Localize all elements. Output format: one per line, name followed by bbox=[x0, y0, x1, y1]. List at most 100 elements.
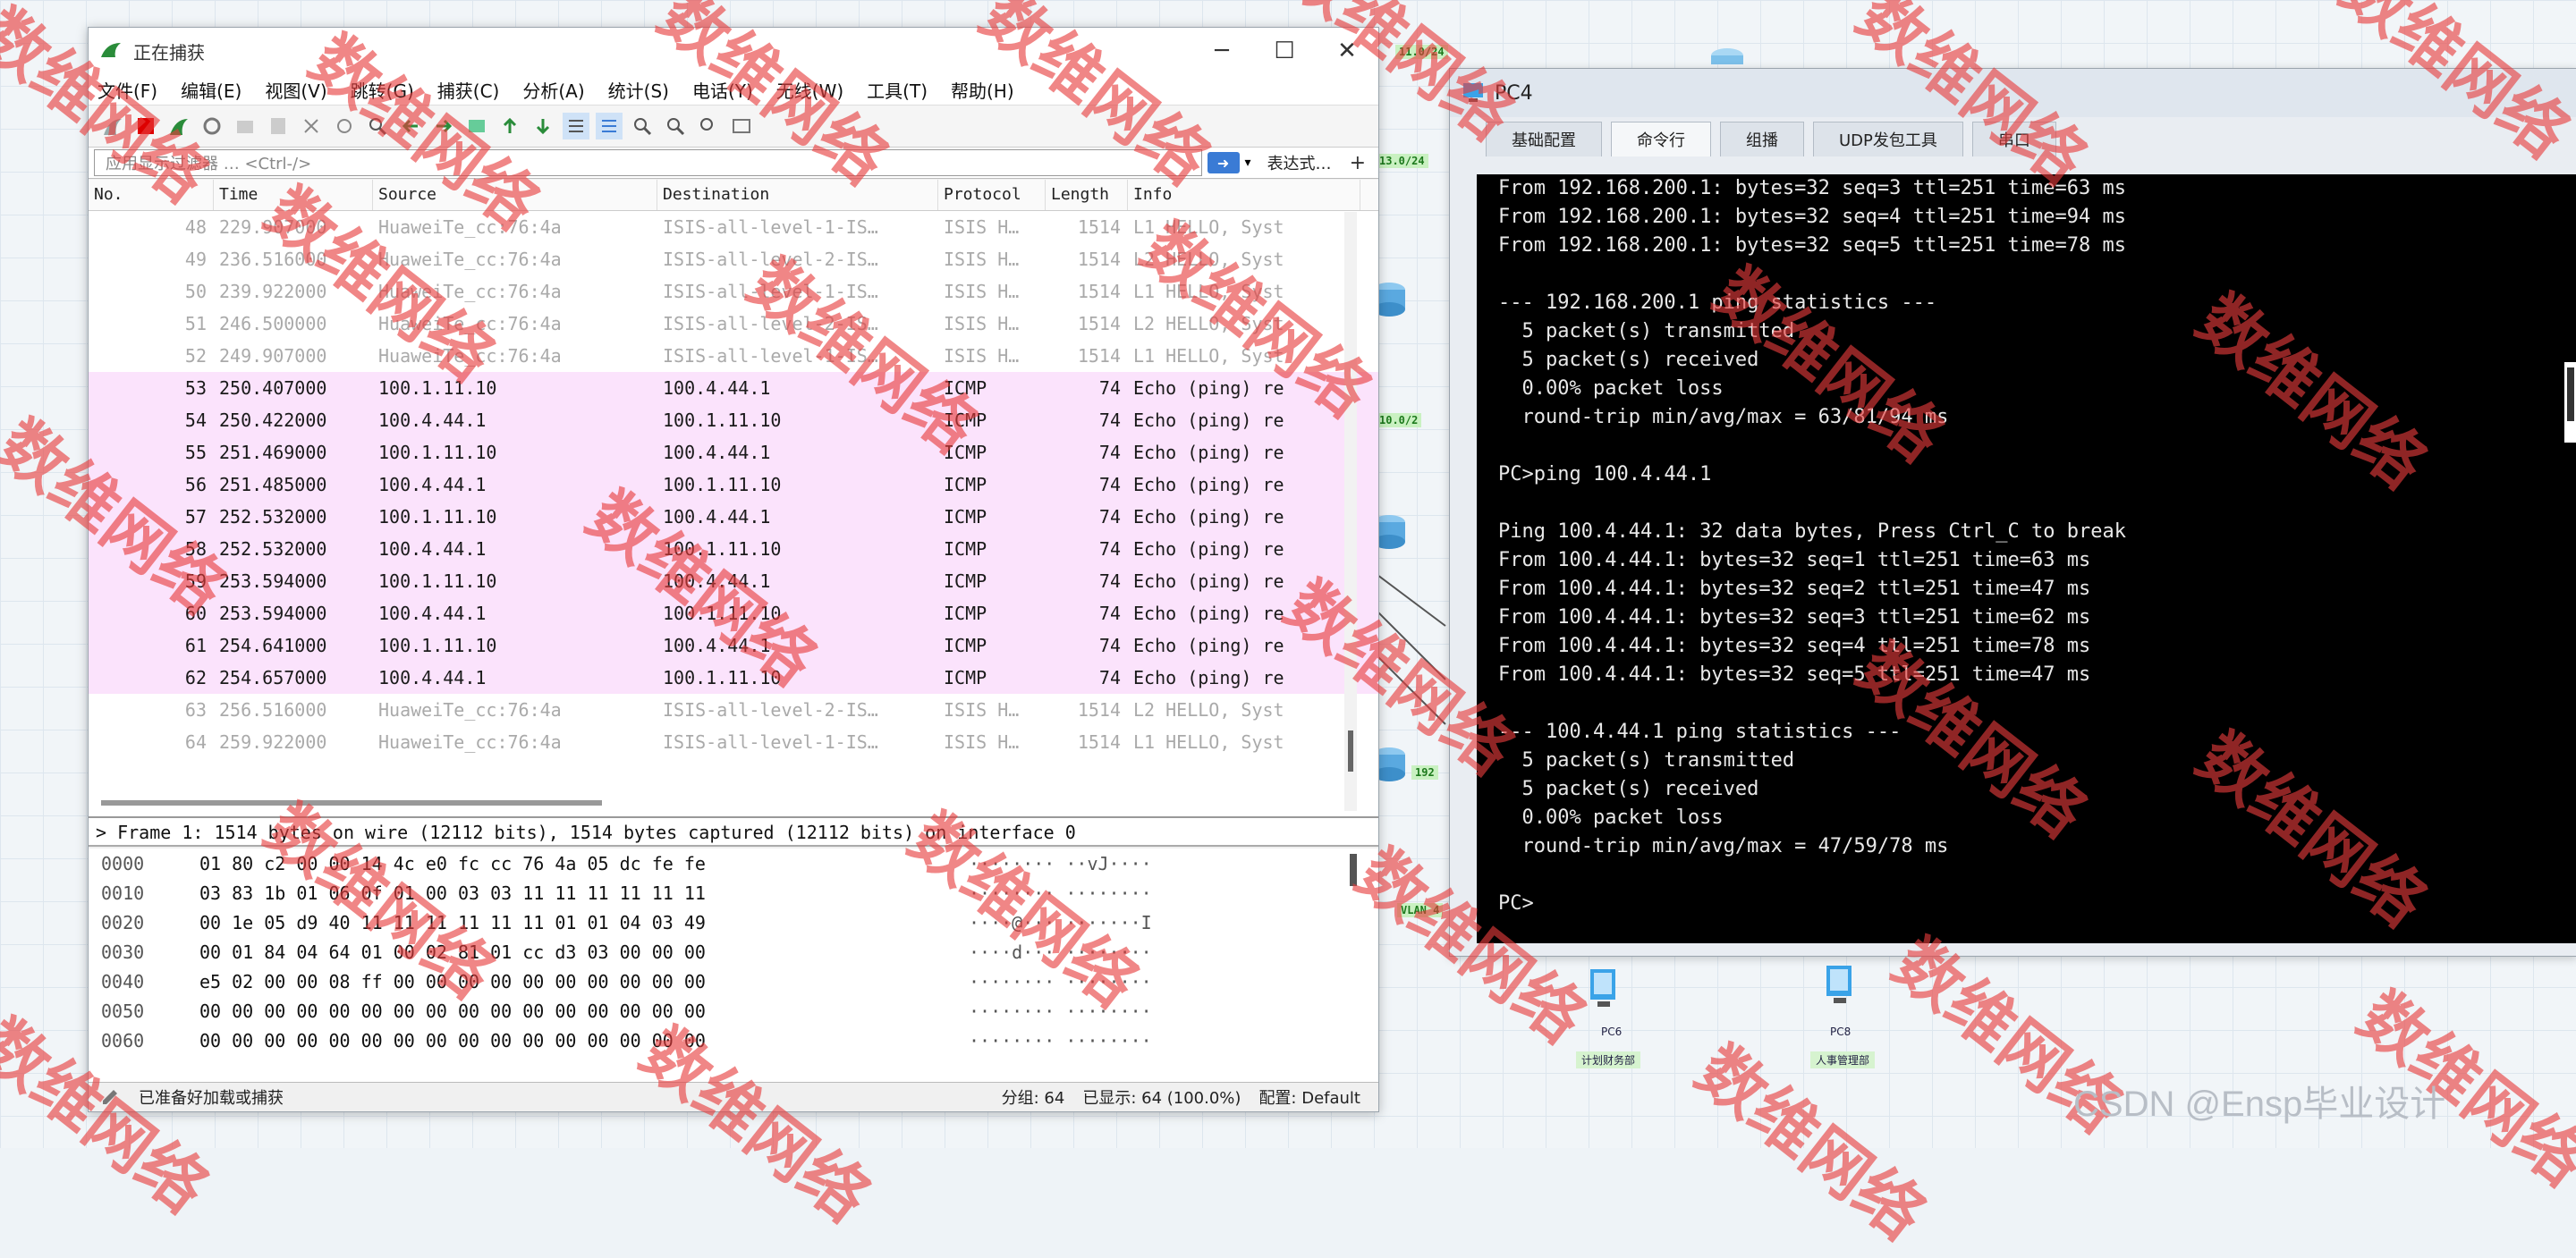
reload-icon[interactable] bbox=[331, 113, 358, 139]
table-row[interactable]: 50 239.922000 HuaweiTe_cc:76:4a ISIS-all-le… bbox=[89, 275, 1378, 308]
table-row[interactable]: 62 254.657000 100.4.44.1 100.1.11.10 ICMP 74 E… bbox=[89, 662, 1378, 694]
pc-icon[interactable] bbox=[1585, 966, 1626, 1012]
table-row[interactable]: 51 246.500000 HuaweiTe_cc:76:4a ISIS-all-le… bbox=[89, 308, 1378, 340]
packet-details[interactable]: > Frame 1: 1514 bytes on wire (12112 bit… bbox=[89, 818, 1378, 847]
stop-capture-icon[interactable] bbox=[132, 113, 159, 139]
find-packet-icon[interactable] bbox=[364, 113, 391, 139]
table-row[interactable]: 64 259.922000 HuaweiTe_cc:76:4a ISIS-all-le… bbox=[89, 726, 1378, 758]
go-last-icon[interactable] bbox=[530, 113, 556, 139]
menu-go[interactable]: 跳转(G) bbox=[351, 77, 414, 103]
table-row[interactable]: 59 253.594000 100.1.11.10 100.4.44.1 ICMP 74 E… bbox=[89, 565, 1378, 597]
resize-columns-icon[interactable] bbox=[728, 113, 755, 139]
scrollbar-thumb[interactable] bbox=[1348, 730, 1353, 772]
credit-text: CSDN @Ensp毕业设计 bbox=[2073, 1085, 2446, 1124]
table-row[interactable]: 52 249.907000 HuaweiTe_cc:76:4a ISIS-all-le… bbox=[89, 340, 1378, 372]
hex-row[interactable]: 0010 03 83 1b 01 06 0f 01 00 03 03 11 11 … bbox=[89, 878, 1378, 908]
menu-help[interactable]: 帮助(H) bbox=[951, 77, 1014, 103]
hex-row[interactable]: 0040 e5 02 00 00 08 ff 00 00 00 00 00 00 … bbox=[89, 967, 1378, 996]
close-icon[interactable]: ✕ bbox=[1316, 28, 1378, 74]
hex-bytes: 00 00 00 00 00 00 00 00 00 00 00 00 00 0… bbox=[199, 1000, 706, 1022]
table-row[interactable]: 56 251.485000 100.4.44.1 100.1.11.10 ICMP 74 E… bbox=[89, 469, 1378, 501]
column-destination[interactable]: Destination bbox=[657, 180, 938, 210]
open-file-icon[interactable] bbox=[232, 113, 258, 139]
cell-info: Echo (ping) re bbox=[1133, 442, 1284, 463]
save-file-icon[interactable] bbox=[265, 113, 292, 139]
tab-command-line[interactable]: 命令行 bbox=[1611, 122, 1711, 156]
column-time[interactable]: Time bbox=[214, 180, 373, 210]
table-row[interactable]: 54 250.422000 100.4.44.1 100.1.11.10 ICMP 74 E… bbox=[89, 404, 1378, 436]
packet-bytes-scrollbar[interactable] bbox=[1350, 854, 1357, 886]
hex-row[interactable]: 0060 00 00 00 00 00 00 00 00 00 00 00 00 … bbox=[89, 1026, 1378, 1055]
table-row[interactable]: 48 229.907000 HuaweiTe_cc:76:4a ISIS-all-le… bbox=[89, 211, 1378, 243]
table-row[interactable]: 53 250.407000 100.1.11.10 100.4.44.1 ICMP 74 E… bbox=[89, 372, 1378, 404]
start-capture-icon[interactable] bbox=[99, 113, 126, 139]
hex-row[interactable]: 0050 00 00 00 00 00 00 00 00 00 00 00 00 … bbox=[89, 996, 1378, 1026]
column-no[interactable]: No. bbox=[89, 180, 214, 210]
capture-options-icon[interactable] bbox=[199, 113, 225, 139]
cell-info: L1 HELLO, Syst bbox=[1133, 281, 1284, 302]
terminal-scrollbar[interactable] bbox=[2564, 362, 2576, 443]
display-filter-input[interactable]: 应用显示过滤器 … <Ctrl-/> bbox=[94, 149, 1202, 176]
cell-info: L1 HELLO, Syst bbox=[1133, 216, 1284, 238]
cell-protocol: ICMP bbox=[944, 474, 987, 495]
table-row[interactable]: 49 236.516000 HuaweiTe_cc:76:4a ISIS-all-le… bbox=[89, 243, 1378, 275]
table-row[interactable]: 63 256.516000 HuaweiTe_cc:76:4a ISIS-all-le… bbox=[89, 694, 1378, 726]
column-info[interactable]: Info bbox=[1128, 180, 1360, 210]
wireshark-titlebar[interactable]: 正在捕获 ─ ☐ ✕ bbox=[89, 28, 1378, 74]
tab-multicast[interactable]: 组播 bbox=[1720, 122, 1804, 156]
packet-list-hscrollbar[interactable] bbox=[101, 800, 602, 806]
column-protocol[interactable]: Protocol bbox=[938, 180, 1046, 210]
packet-list-scrollbar[interactable] bbox=[1344, 212, 1357, 811]
close-file-icon[interactable] bbox=[298, 113, 325, 139]
status-profile[interactable]: 配置: Default bbox=[1258, 1085, 1360, 1109]
menu-telephony[interactable]: 电话(Y) bbox=[692, 77, 753, 103]
go-forward-icon[interactable] bbox=[430, 113, 457, 139]
menu-edit[interactable]: 编辑(E) bbox=[181, 77, 242, 103]
zoom-out-icon[interactable] bbox=[662, 113, 689, 139]
cell-destination: 100.4.44.1 bbox=[663, 506, 771, 528]
menu-capture[interactable]: 捕获(C) bbox=[437, 77, 500, 103]
hex-row[interactable]: 0000 01 80 c2 00 00 14 4c e0 fc cc 76 4a … bbox=[89, 849, 1378, 878]
column-source[interactable]: Source bbox=[373, 180, 657, 210]
apply-filter-button[interactable]: ➜ bbox=[1207, 152, 1240, 173]
table-row[interactable]: 61 254.641000 100.1.11.10 100.4.44.1 ICMP 74 E… bbox=[89, 629, 1378, 662]
column-length[interactable]: Length bbox=[1046, 180, 1128, 210]
go-back-icon[interactable] bbox=[397, 113, 424, 139]
tab-udp-tool[interactable]: UDP发包工具 bbox=[1813, 122, 1963, 156]
terminal-line: From 100.4.44.1: bytes=32 seq=1 ttl=251 … bbox=[1498, 549, 2091, 571]
table-row[interactable]: 55 251.469000 100.1.11.10 100.4.44.1 ICMP 74 E… bbox=[89, 436, 1378, 469]
menu-analyze[interactable]: 分析(A) bbox=[522, 77, 584, 103]
filter-dropdown-icon[interactable]: ▾ bbox=[1245, 156, 1251, 170]
minimize-icon[interactable]: ─ bbox=[1191, 28, 1253, 74]
autoscroll-icon[interactable] bbox=[563, 113, 589, 139]
hex-row[interactable]: 0030 00 01 84 04 64 01 00 02 81 01 cc d3 … bbox=[89, 937, 1378, 967]
table-row[interactable]: 60 253.594000 100.4.44.1 100.1.11.10 ICMP 74 E… bbox=[89, 597, 1378, 629]
zoom-reset-icon[interactable] bbox=[695, 113, 722, 139]
add-filter-button[interactable]: + bbox=[1350, 152, 1366, 174]
restart-capture-icon[interactable] bbox=[165, 113, 192, 139]
menu-wireless[interactable]: 无线(W) bbox=[776, 77, 843, 103]
menu-file[interactable]: 文件(F) bbox=[97, 77, 157, 103]
hex-row[interactable]: 0020 00 1e 05 d9 40 11 11 11 11 11 11 01 … bbox=[89, 908, 1378, 937]
menu-view[interactable]: 视图(V) bbox=[265, 77, 326, 103]
menu-statistics[interactable]: 统计(S) bbox=[608, 77, 669, 103]
table-row[interactable]: 57 252.532000 100.1.11.10 100.4.44.1 ICMP 74 E… bbox=[89, 501, 1378, 533]
cell-info: L2 HELLO, Syst bbox=[1133, 313, 1284, 334]
go-to-packet-icon[interactable] bbox=[463, 113, 490, 139]
cell-no: 56 bbox=[184, 474, 207, 495]
expression-button[interactable]: 表达式… bbox=[1267, 151, 1332, 174]
colorize-icon[interactable] bbox=[596, 113, 623, 139]
scrollbar-thumb[interactable] bbox=[2567, 367, 2574, 421]
table-row[interactable]: 58 252.532000 100.4.44.1 100.1.11.10 ICMP 74 E… bbox=[89, 533, 1378, 565]
maximize-icon[interactable]: ☐ bbox=[1253, 28, 1316, 74]
go-first-icon[interactable] bbox=[496, 113, 523, 139]
tab-basic-config[interactable]: 基础配置 bbox=[1486, 122, 1602, 156]
tab-serial[interactable]: 串口 bbox=[1971, 122, 2056, 156]
pc-icon[interactable] bbox=[1821, 962, 1862, 1009]
edit-comment-icon[interactable] bbox=[101, 1088, 121, 1106]
zoom-in-icon[interactable] bbox=[629, 113, 656, 139]
terminal[interactable]: From 192.168.200.1: bytes=32 seq=3 ttl=2… bbox=[1477, 174, 2576, 943]
menu-tools[interactable]: 工具(T) bbox=[867, 77, 928, 103]
hex-ascii: ········ ········ bbox=[969, 1029, 1152, 1051]
pc4-titlebar[interactable]: PC4 bbox=[1450, 69, 2576, 117]
